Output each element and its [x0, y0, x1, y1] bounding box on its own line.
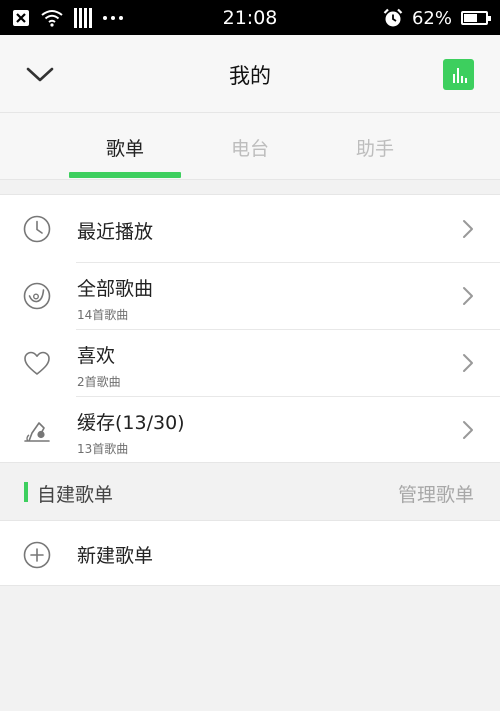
chevron-right-icon	[463, 354, 473, 372]
plus-circle-icon	[23, 541, 51, 569]
equalizer-icon[interactable]	[443, 59, 474, 90]
alarm-clock-icon	[383, 8, 403, 27]
battery-icon	[461, 11, 491, 25]
download-cache-icon	[24, 422, 50, 442]
list-item-title: 缓存(13/30)	[77, 412, 185, 434]
tab-assistant[interactable]: 助手	[313, 134, 437, 161]
list-item-all-songs[interactable]: 全部歌曲 14首歌曲	[0, 262, 500, 329]
music-disc-icon	[23, 282, 51, 310]
section-title: 自建歌单	[37, 484, 114, 506]
list-item-count: 14首歌曲	[77, 308, 129, 322]
tab-playlists[interactable]: 歌单	[63, 134, 187, 161]
new-playlist-label: 新建歌单	[77, 545, 154, 567]
heart-icon	[24, 351, 50, 375]
list-item-count: 2首歌曲	[77, 375, 121, 389]
list-item-cache[interactable]: 缓存(13/30) 13首歌曲	[0, 396, 500, 463]
list-item-count: 13首歌曲	[77, 442, 129, 456]
new-playlist-button[interactable]: 新建歌单	[0, 520, 500, 586]
manage-playlists-button[interactable]: 管理歌单	[398, 480, 474, 507]
chevron-right-icon	[463, 220, 473, 238]
clock-icon	[23, 215, 51, 243]
list-item-title: 喜欢	[77, 345, 116, 367]
page-title: 我的	[229, 64, 271, 88]
custom-playlists-header: 自建歌单 管理歌单	[0, 462, 500, 520]
chevron-right-icon	[463, 287, 473, 305]
library-list: 最近播放 全部歌曲 14首歌曲 喜欢 2首歌曲 缓存(13/30) 13首歌曲	[0, 194, 500, 463]
list-item-title: 全部歌曲	[77, 278, 154, 300]
section-accent-bar	[24, 482, 28, 502]
status-bar: 21:08 62%	[0, 0, 500, 35]
list-item-favorites[interactable]: 喜欢 2首歌曲	[0, 329, 500, 396]
app-header: 我的	[0, 35, 500, 113]
tab-bar: 歌单 电台 助手	[0, 113, 500, 180]
active-tab-indicator	[69, 172, 181, 178]
list-item-recent[interactable]: 最近播放	[0, 195, 500, 262]
battery-percent: 62%	[411, 7, 452, 29]
list-item-title: 最近播放	[77, 221, 154, 243]
tab-radio[interactable]: 电台	[188, 134, 312, 161]
chevron-right-icon	[463, 421, 473, 439]
